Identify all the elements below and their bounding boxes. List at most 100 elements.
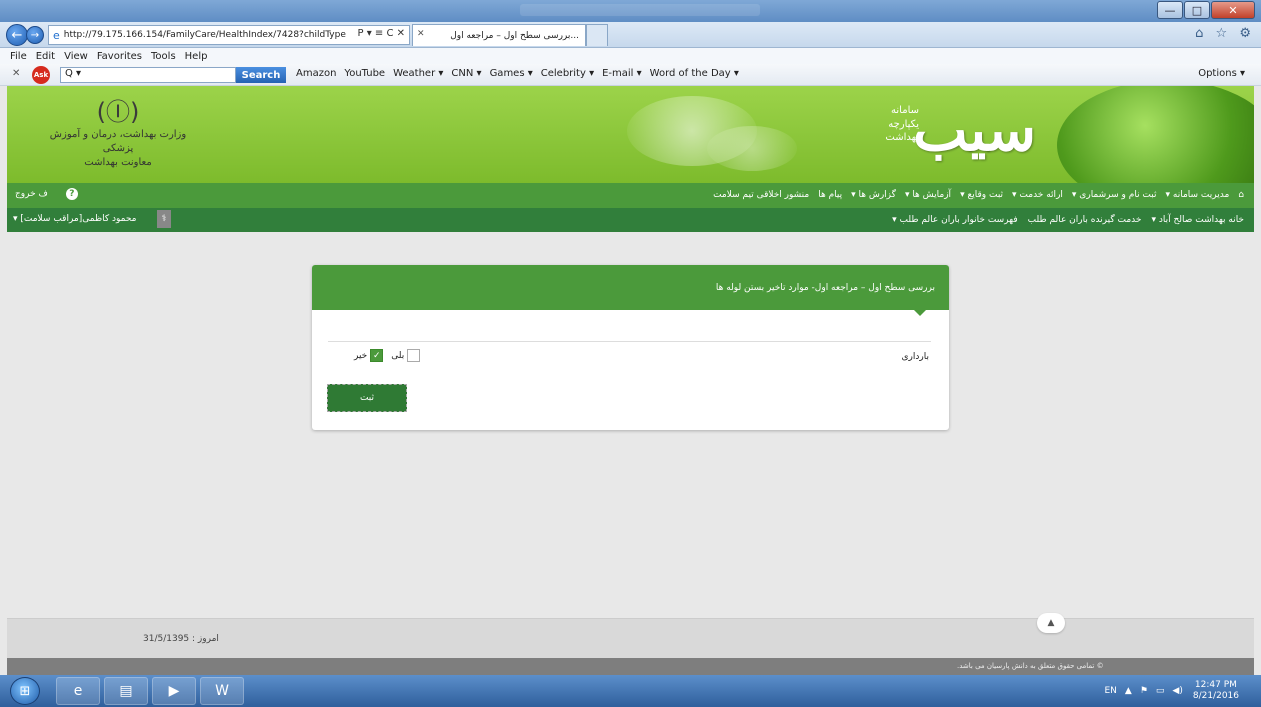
banner-glow [707, 126, 797, 171]
brand-sub-line: سامانه [891, 105, 919, 116]
option-no[interactable]: ✓ خیر [354, 349, 384, 362]
link-weather[interactable]: Weather ▾ [393, 68, 443, 79]
maximize-button[interactable]: □ [1184, 1, 1210, 19]
clock[interactable]: 12:47 PM 8/21/2016 [1193, 680, 1239, 702]
menu-file[interactable]: File [10, 51, 27, 62]
home-favorites-settings-icons[interactable]: ⌂ ☆ ⚙ [1195, 26, 1255, 41]
close-window-button[interactable]: ✕ [1211, 1, 1255, 19]
family-list-selector[interactable]: فهرست خانوار باران عالم طلب ▾ [892, 215, 1017, 225]
menu-tools[interactable]: Tools [151, 51, 176, 62]
menu-bar: File Edit View Favorites Tools Help [0, 48, 1261, 64]
new-tab-button[interactable] [586, 24, 608, 46]
card-title: بررسی سطح اول – مراجعه اول- موارد تاخیر … [715, 283, 935, 293]
ask-logo-icon[interactable]: Ask [32, 66, 50, 84]
menu-reports[interactable]: گزارش ها ▾ [851, 190, 896, 200]
checkbox-yes[interactable] [407, 349, 421, 362]
scroll-to-top-icon[interactable]: ▲ [1037, 613, 1065, 633]
option-yes-label: بلی [391, 350, 405, 361]
ministry-line: معاونت بهداشت [84, 157, 152, 168]
page-footer: امروز : 31/5/1395 ▲ [7, 613, 1254, 658]
link-email[interactable]: E-mail ▾ [602, 68, 642, 79]
option-yes[interactable]: بلی [391, 349, 421, 362]
ministry-logo-text: وزارت بهداشت، درمان و آموزش پزشکی معاونت… [35, 128, 201, 170]
display-icon[interactable]: ▭ [1156, 686, 1165, 696]
menu-edit[interactable]: Edit [36, 51, 55, 62]
word-icon[interactable]: W [200, 677, 244, 705]
question-label: بارداری [901, 352, 930, 362]
menu-help[interactable]: Help [185, 51, 208, 62]
menu-registration-census[interactable]: ثبت نام و سرشماری ▾ [1072, 190, 1157, 200]
brand-sub-line: یکپارچه [888, 118, 919, 130]
tray-expand-icon[interactable]: ▲ [1125, 686, 1132, 696]
close-tab-icon[interactable]: ✕ [417, 29, 425, 39]
start-button-icon[interactable]: ⊞ [10, 677, 40, 705]
file-explorer-icon[interactable]: ▤ [104, 677, 148, 705]
iran-emblem-icon: (Ⓘ) [96, 97, 140, 126]
brand-logo: سیب [913, 96, 1037, 164]
help-icon[interactable]: ? [65, 188, 78, 200]
address-tools[interactable]: Ρ ▾ ≡ C ✕ [357, 28, 405, 39]
menu-ethics-charter[interactable]: منشور اخلاقی تیم سلامت [713, 190, 809, 200]
user-role-icon: ⚕ [157, 210, 171, 228]
media-player-icon[interactable]: ▶ [152, 677, 196, 705]
submit-button[interactable]: ثبت [327, 384, 407, 412]
toolbar-search-button[interactable]: Search [236, 67, 286, 83]
link-word-of-the-day[interactable]: Word of the Day ▾ [650, 68, 739, 79]
menu-service-provision[interactable]: ارائه خدمت ▾ [1012, 190, 1063, 200]
assessment-card: بررسی سطح اول – مراجعه اول- موارد تاخیر … [312, 265, 949, 430]
ie-page-icon: e [53, 28, 60, 42]
menu-system-management[interactable]: مدیریت سامانه ▾ [1166, 190, 1230, 200]
toolbar-options[interactable]: Options ▾ [1198, 68, 1245, 79]
option-no-label: خیر [354, 350, 368, 361]
link-celebrity[interactable]: Celebrity ▾ [541, 68, 594, 79]
windows-taskbar: ⊞ e ▤ ▶ W EN ▲ ⚑ ▭ ◀) 12:47 PM 8/21/2016 [0, 675, 1261, 707]
menu-messages[interactable]: پیام ها [818, 190, 842, 200]
menu-favorites[interactable]: Favorites [97, 51, 142, 62]
network-icon[interactable]: ⚑ [1140, 686, 1148, 696]
context-menu-bar: خانه بهداشت صالح آباد ▾ خدمت گیرنده بارا… [7, 208, 1254, 232]
close-toolbar-icon[interactable]: ✕ [12, 68, 20, 79]
window-title [520, 4, 760, 16]
ministry-line: وزارت بهداشت، درمان و آموزش پزشکی [49, 129, 187, 154]
forward-icon[interactable]: → [26, 26, 44, 44]
link-youtube[interactable]: YouTube [344, 68, 385, 79]
volume-icon[interactable]: ◀) [1172, 686, 1182, 696]
system-tray: EN ▲ ⚑ ▭ ◀) 12:47 PM 8/21/2016 [1096, 677, 1239, 705]
health-house-selector[interactable]: خانه بهداشت صالح آباد ▾ [1151, 215, 1244, 225]
main-content: بررسی سطح اول – مراجعه اول- موارد تاخیر … [7, 232, 1254, 618]
browser-navigation-bar: ← → e http://79.175.166.154/FamilyCare/H… [0, 22, 1261, 48]
link-games[interactable]: Games ▾ [490, 68, 533, 79]
home-icon[interactable]: ⌂ [1238, 190, 1244, 200]
internet-explorer-icon[interactable]: e [56, 677, 100, 705]
site-banner: (Ⓘ) وزارت بهداشت، درمان و آموزش پزشکی مع… [7, 86, 1254, 183]
menu-tests[interactable]: آزمایش ها ▾ [905, 190, 951, 200]
divider [328, 341, 931, 342]
clock-date: 8/21/2016 [1192, 691, 1239, 701]
card-header: بررسی سطح اول – مراجعه اول- موارد تاخیر … [312, 265, 949, 316]
answer-options: بلی ✓ خیر [346, 349, 421, 362]
logout-link[interactable]: ف خروج [15, 189, 48, 199]
menu-view[interactable]: View [64, 51, 88, 62]
brand-subtitle: سامانه یکپارچه بهداشت [859, 104, 919, 145]
back-icon[interactable]: ← [6, 24, 28, 46]
tab-active[interactable]: ✕ ...بررسی سطح اول – مراجعه اول [412, 24, 586, 46]
toolbar-search-input[interactable]: Q ▾ [60, 67, 236, 83]
ask-toolbar: ✕ Ask Q ▾ Search Amazon YouTube Weather … [0, 64, 1261, 86]
address-url: http://79.175.166.154/FamilyCare/HealthI… [63, 30, 346, 40]
window-title-bar: — □ ✕ [0, 0, 1261, 22]
link-cnn[interactable]: CNN ▾ [451, 68, 481, 79]
address-bar[interactable]: e http://79.175.166.154/FamilyCare/Healt… [48, 25, 410, 45]
user-menu[interactable]: محمود کاظمی[مراقب سلامت] ▾ [13, 214, 137, 224]
today-label: امروز : [192, 634, 219, 644]
today-value: 31/5/1395 [143, 634, 190, 644]
language-indicator[interactable]: EN [1104, 686, 1116, 696]
green-apple-image [1057, 86, 1254, 183]
link-amazon[interactable]: Amazon [296, 68, 336, 79]
service-recipient[interactable]: خدمت گیرنده باران عالم طلب [1028, 215, 1142, 225]
today-date: امروز : 31/5/1395 [143, 634, 219, 644]
menu-record-events[interactable]: ثبت وقایع ▾ [960, 190, 1003, 200]
clock-time: 12:47 PM [1194, 680, 1237, 691]
minimize-button[interactable]: — [1157, 1, 1183, 19]
main-menu: ⌂ مدیریت سامانه ▾ ثبت نام و سرشماری ▾ ار… [7, 183, 1254, 208]
checkbox-no[interactable]: ✓ [370, 349, 384, 362]
